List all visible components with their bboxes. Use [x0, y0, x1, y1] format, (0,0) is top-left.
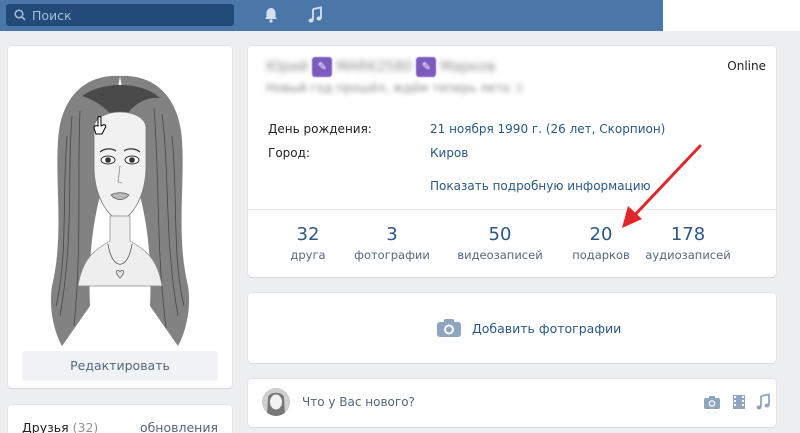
add-photos-button[interactable]: Добавить фотографии [436, 318, 621, 338]
nickname: MARK2580 [336, 59, 413, 75]
friends-card: Друзья (32) обновления [8, 405, 232, 433]
add-photos-card: Добавить фотографии [248, 293, 776, 363]
badge-icon: ✎ [312, 57, 333, 77]
counter-label: видеозаписей [457, 248, 543, 262]
user-avatar [262, 388, 290, 416]
avatar-card: Редактировать [8, 46, 232, 388]
top-navigation-bar: Поиск [0, 0, 663, 31]
city-value[interactable]: Киров [430, 146, 468, 160]
music-icon[interactable] [754, 393, 772, 411]
birthday-value[interactable]: 21 ноября 1990 г. (26 лет, Скорпион) [430, 122, 665, 136]
city-label: Город: [268, 146, 310, 160]
friends-count: (32) [72, 420, 99, 433]
post-composer-card: Что у Вас нового? [248, 379, 776, 427]
add-photos-label: Добавить фотографии [472, 320, 622, 336]
music-icon[interactable] [306, 6, 324, 24]
counter-number: 3 [386, 224, 398, 245]
friends-label: Друзья [22, 420, 69, 433]
red-arrow-annotation [622, 144, 702, 228]
first-name: Юрий [266, 59, 309, 75]
camera-icon[interactable] [703, 393, 721, 411]
search-input[interactable]: Поиск [6, 4, 234, 26]
counter-label: фотографии [354, 248, 430, 262]
search-placeholder: Поиск [32, 7, 72, 23]
bell-icon[interactable] [262, 6, 280, 24]
online-status: Online [727, 59, 766, 73]
friends-title[interactable]: Друзья (32) [22, 420, 98, 433]
counter-label: подарков [572, 248, 630, 262]
counter-photos[interactable]: 3 фотографии [342, 224, 442, 262]
friends-updates-link[interactable]: обновления [140, 420, 218, 433]
search-icon [14, 9, 26, 21]
counter-label: аудиозаписей [645, 248, 731, 262]
edit-profile-button[interactable]: Редактировать [22, 351, 218, 381]
profile-status[interactable]: Новый год прошёл, ждём теперь лето :) [266, 81, 522, 95]
last-name: Марков [440, 59, 496, 75]
birthday-label: День рождения: [268, 122, 372, 136]
profile-photo[interactable] [22, 56, 218, 356]
post-input[interactable]: Что у Вас нового? [302, 395, 415, 409]
counter-number: 50 [488, 224, 512, 245]
badge-icon-2: ✎ [416, 57, 437, 77]
counter-videos[interactable]: 50 видеозаписей [450, 224, 550, 262]
camera-icon [437, 319, 461, 337]
video-icon[interactable] [730, 393, 748, 411]
header-blank-area [663, 0, 800, 31]
profile-name: Юрий ✎ MARK2580 ✎ Марков [266, 56, 495, 78]
